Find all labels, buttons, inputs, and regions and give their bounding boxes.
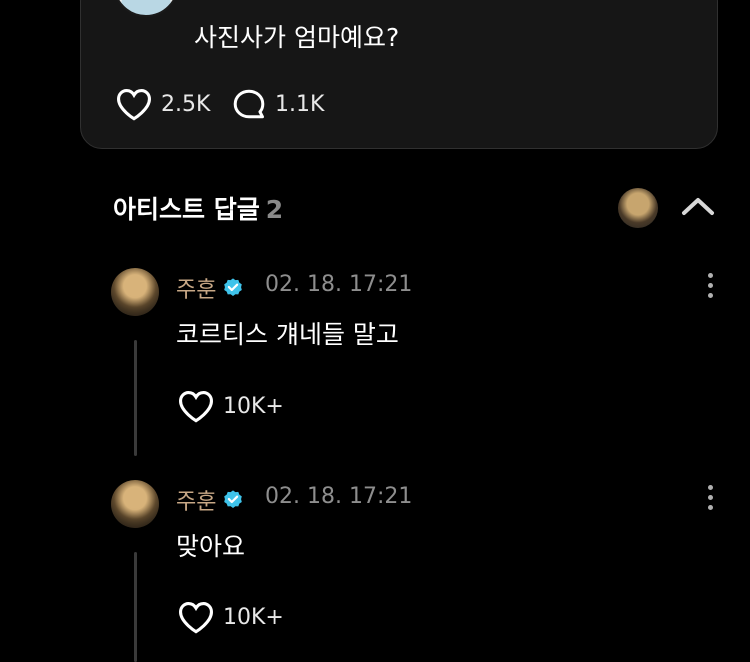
comment-timestamp: 02. 18. 17:21 bbox=[265, 484, 413, 509]
comment-text: 코르티스 걔네들 말고 bbox=[176, 320, 399, 349]
artist-replies-count: 2 bbox=[265, 195, 284, 224]
more-options-icon[interactable] bbox=[706, 273, 714, 298]
comment-like-count: 10K+ bbox=[223, 604, 284, 630]
artist-avatar[interactable] bbox=[618, 188, 658, 228]
post-comment-count: 1.1K bbox=[275, 91, 325, 117]
author-name: 주훈 bbox=[176, 278, 217, 303]
author-name: 주훈 bbox=[176, 490, 217, 515]
thread-line bbox=[134, 552, 137, 662]
chevron-up-icon[interactable] bbox=[680, 194, 716, 218]
comment-avatar[interactable] bbox=[111, 480, 159, 528]
comment-author[interactable]: 주훈 bbox=[176, 272, 244, 304]
heart-icon bbox=[178, 602, 214, 634]
comment-avatar[interactable] bbox=[111, 268, 159, 316]
post-author-avatar[interactable] bbox=[113, 0, 179, 17]
artist-replies-header: 아티스트 답글 2 bbox=[113, 190, 283, 226]
artist-replies-title: 아티스트 답글 bbox=[113, 195, 260, 224]
comment-bubble-icon bbox=[233, 89, 265, 119]
comment-timestamp: 02. 18. 17:21 bbox=[265, 272, 413, 297]
thread-line bbox=[134, 340, 137, 456]
post-card: 사진사가 엄마예요? 2.5K 1.1K bbox=[80, 0, 718, 149]
post-comment-button[interactable]: 1.1K bbox=[231, 87, 324, 121]
comment-text: 맞아요 bbox=[176, 532, 246, 561]
post-text: 사진사가 엄마예요? bbox=[194, 23, 400, 52]
verified-badge-icon bbox=[224, 278, 243, 296]
comment-like-button[interactable]: 10K+ bbox=[177, 600, 284, 634]
comment-author[interactable]: 주훈 bbox=[176, 484, 244, 516]
post-like-button[interactable]: 2.5K bbox=[115, 87, 210, 121]
comment-like-count: 10K+ bbox=[223, 393, 284, 419]
heart-icon bbox=[178, 391, 214, 423]
verified-badge-icon bbox=[224, 490, 243, 508]
comment-like-button[interactable]: 10K+ bbox=[177, 389, 284, 423]
post-like-count: 2.5K bbox=[161, 91, 211, 117]
more-options-icon[interactable] bbox=[706, 485, 714, 510]
heart-icon bbox=[116, 89, 152, 121]
